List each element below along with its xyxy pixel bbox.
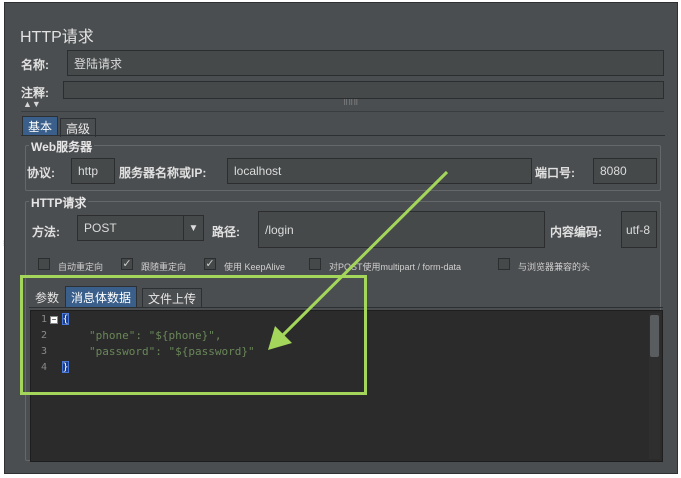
arrow-shaft [281,170,449,337]
arrow-icon [268,170,449,350]
